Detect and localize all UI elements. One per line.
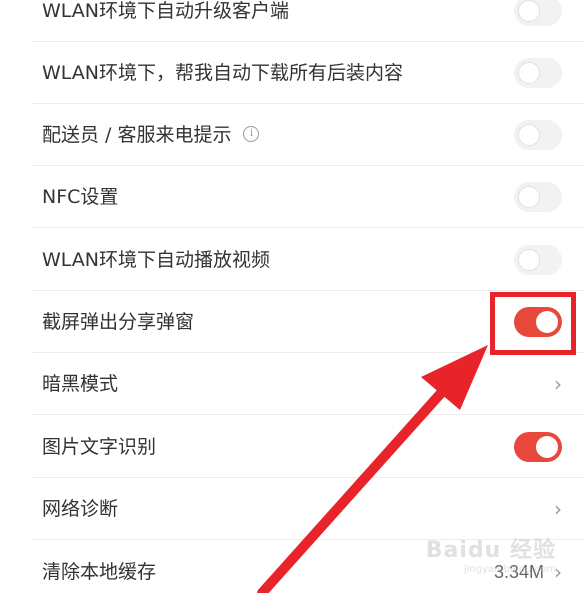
red-arrow-icon	[257, 345, 488, 593]
watermark-text: Baidu 经验	[425, 538, 556, 563]
watermark-subtext: jingyan.baidu.com	[463, 564, 556, 575]
watermark-logo: Baidu 经验 jingyan.baidu.com	[426, 532, 556, 575]
